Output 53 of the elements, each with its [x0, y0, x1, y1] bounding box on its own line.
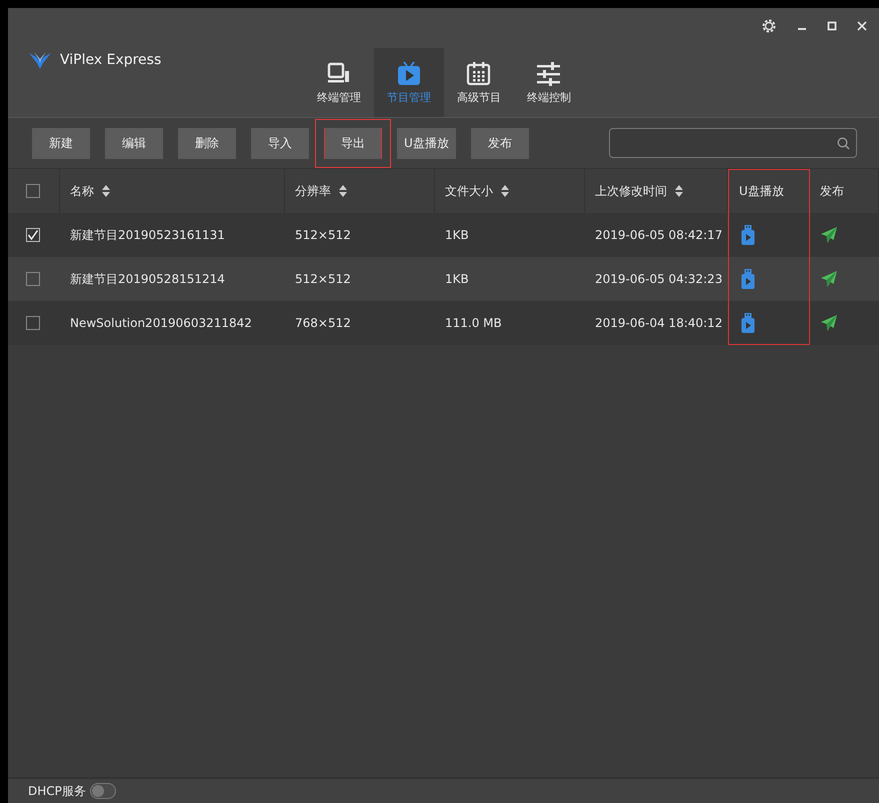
column-header[interactable]: 文件大小	[445, 182, 493, 200]
table-cell: 2019-06-05 04:32:23	[595, 272, 722, 286]
usb-play-icon[interactable]	[741, 269, 755, 289]
sort-icon[interactable]	[339, 185, 347, 197]
sort-icon[interactable]	[675, 185, 683, 197]
search-field[interactable]	[609, 128, 857, 158]
usb-play-icon[interactable]	[741, 312, 755, 332]
calendar-icon	[466, 61, 492, 87]
table-cell: 1KB	[445, 228, 469, 242]
table-cell: 1KB	[445, 272, 469, 286]
table-cell: 512×512	[295, 272, 351, 286]
checkbox[interactable]	[26, 316, 40, 330]
settings-icon[interactable]	[761, 18, 777, 34]
logo-icon	[28, 50, 52, 70]
toolbar-button[interactable]: 新建	[32, 128, 90, 158]
sliders-icon	[536, 61, 562, 87]
status-label: DHCP服务	[28, 782, 86, 800]
play-icon	[396, 61, 422, 87]
send-icon[interactable]	[820, 314, 838, 332]
sort-icon[interactable]	[501, 185, 509, 197]
toolbar-button[interactable]: U盘播放	[397, 128, 456, 158]
column-header[interactable]: 上次修改时间	[595, 182, 667, 200]
table-cell: 2019-06-05 08:42:17	[595, 228, 722, 242]
column-header[interactable]: 分辨率	[295, 182, 331, 200]
checkbox[interactable]	[26, 272, 40, 286]
send-icon[interactable]	[820, 270, 838, 288]
checkbox[interactable]	[26, 228, 40, 242]
search-icon[interactable]	[837, 136, 850, 150]
column-header[interactable]: 发布	[820, 182, 844, 200]
checkbox[interactable]	[26, 184, 40, 198]
table-cell: 768×512	[295, 316, 351, 330]
maximize-icon[interactable]	[827, 21, 837, 31]
table-cell: 新建节目20190523161131	[70, 226, 225, 244]
toolbar-button[interactable]: 导入	[251, 128, 309, 158]
nav-tab[interactable]: 高级节目	[444, 48, 514, 117]
table-cell: NewSolution20190603211842	[70, 316, 252, 330]
sort-icon[interactable]	[102, 185, 110, 197]
toolbar-button[interactable]: 导出	[324, 128, 382, 158]
toolbar-button[interactable]: 删除	[178, 128, 236, 158]
table-cell: 111.0 MB	[445, 316, 502, 330]
toolbar-button[interactable]: 编辑	[105, 128, 163, 158]
usb-play-icon[interactable]	[741, 225, 755, 245]
app-title: ViPlex Express	[60, 52, 162, 68]
close-icon[interactable]	[857, 21, 867, 31]
table-cell: 2019-06-04 18:40:12	[595, 316, 722, 330]
column-header[interactable]: 名称	[70, 182, 94, 200]
dhcp-toggle[interactable]	[90, 783, 116, 799]
send-icon[interactable]	[820, 226, 838, 244]
nav-tab[interactable]: 终端管理	[304, 48, 374, 117]
table-cell: 512×512	[295, 228, 351, 242]
nav-tab[interactable]: 终端控制	[514, 48, 584, 117]
table-cell: 新建节目20190528151214	[70, 270, 225, 288]
toolbar-button[interactable]: 发布	[470, 128, 529, 158]
